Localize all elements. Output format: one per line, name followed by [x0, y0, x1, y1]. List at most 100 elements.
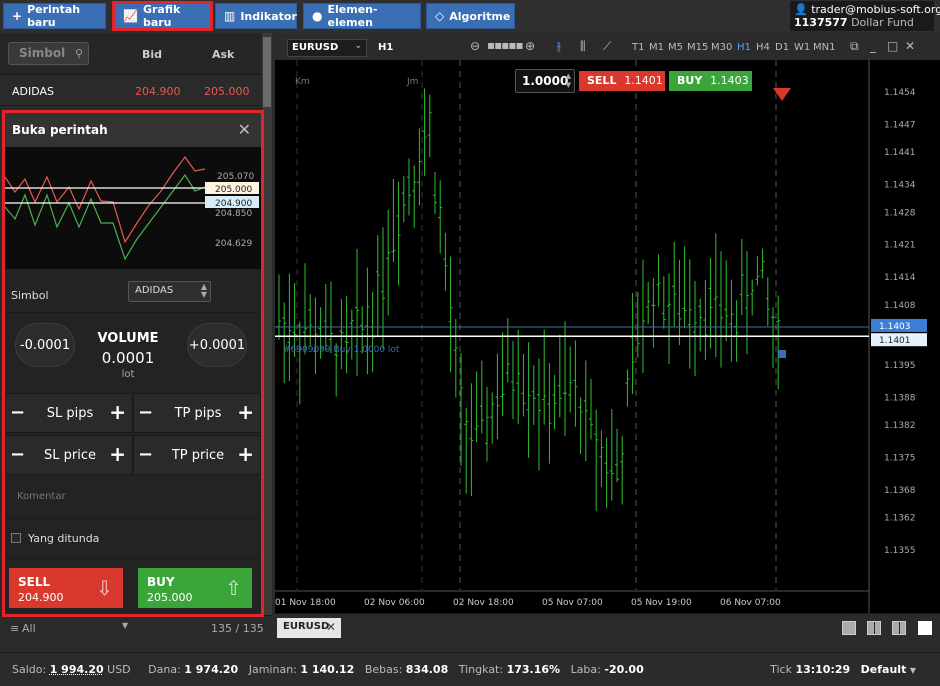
open-order-panel: Buka perintah ✕ 205.070 205.000 204.900 … [2, 110, 264, 617]
tf-mn1[interactable]: MN1 [813, 42, 835, 53]
tick-info: Tick 13:10:29 Default ▼ [770, 663, 916, 676]
zoom-in-icon[interactable]: ⊕ [525, 39, 535, 53]
order-header: Buka perintah ✕ [5, 113, 261, 147]
elements-button[interactable]: ● Elemen-elemen [303, 3, 421, 29]
volume-value[interactable]: 0.0001 [93, 349, 163, 367]
tf-m5[interactable]: M5 [668, 42, 683, 53]
chart-buy-label: BUY [677, 74, 703, 87]
profile-select[interactable]: Default [861, 663, 907, 676]
sl-price-stepper[interactable]: − SL price + [5, 435, 133, 475]
algorithm-button[interactable]: ◇ Algoritme [426, 3, 515, 29]
comment-input[interactable]: Komentar [17, 491, 66, 502]
plus-icon[interactable]: + [109, 400, 126, 424]
line-chart-icon[interactable]: ⟋ [603, 39, 611, 54]
symbol-search-input[interactable]: Simbol ⚲ [8, 42, 89, 65]
layout-rows-icon[interactable] [918, 621, 932, 635]
tf-m1[interactable]: M1 [649, 42, 664, 53]
layout-columns-icon[interactable] [892, 621, 906, 635]
chart-buy-button[interactable]: BUY 1.1403 [669, 71, 752, 91]
close-icon[interactable]: ✕ [326, 620, 336, 634]
account-summary: Saldo: 1 994.20 USD Dana: 1 974.20 Jamin… [12, 663, 644, 676]
divider [5, 312, 261, 313]
minimize-icon[interactable]: _ [870, 39, 876, 53]
close-icon[interactable]: ✕ [238, 120, 251, 139]
new-chart-button[interactable]: 📈 Grafik baru [112, 1, 213, 31]
tp-price-stepper[interactable]: − TP price + [133, 435, 261, 475]
time-tick-label: 01 Nov 18:00 [275, 598, 336, 608]
tp-pips-stepper[interactable]: − TP pips + [133, 393, 261, 433]
chart-tab-eurusd[interactable]: EURUSD ✕ [277, 618, 341, 638]
chevron-down-icon: ⌄ [354, 41, 362, 51]
col-bid[interactable]: Bid [142, 48, 162, 61]
tf-h4[interactable]: H4 [756, 42, 770, 53]
position-label[interactable]: #6909099 Buy 1.0000 lot [283, 345, 400, 355]
diamond-icon: ◇ [435, 9, 445, 23]
price-tick-label: 1.1428 [884, 208, 916, 218]
col-ask[interactable]: Ask [212, 48, 234, 61]
chevron-down-icon[interactable]: ▼ [122, 621, 128, 630]
account-box[interactable]: 👤 trader@mobius-soft.org 1137577 Dollar … [790, 1, 940, 31]
pending-label: Yang ditunda [28, 532, 100, 545]
scroll-thumb[interactable] [263, 37, 271, 107]
price-tick-label: 1.1414 [884, 273, 916, 283]
order-title: Buka perintah [12, 123, 108, 137]
tf-t1[interactable]: T1 [632, 42, 644, 53]
watchlist-header: Simbol ⚲ Bid Ask [0, 33, 262, 75]
zoom-slider-icon[interactable]: ▪▪▪▪▪ [487, 38, 524, 52]
layout-single-icon[interactable] [842, 621, 856, 635]
popout-icon[interactable]: ⧉ [850, 39, 859, 54]
algorithm-label: Algoritme [449, 9, 511, 23]
tf-d1[interactable]: D1 [775, 42, 789, 53]
price-tick-label: 1.1375 [884, 453, 916, 463]
user-icon: 👤 [794, 3, 808, 16]
layout-grid-icon[interactable] [867, 621, 881, 635]
pending-checkbox[interactable] [11, 533, 21, 543]
buy-button[interactable]: BUY 205.000 ⇧ [138, 568, 252, 608]
status-bar: Saldo: 1 994.20 USD Dana: 1 974.20 Jamin… [0, 652, 940, 686]
row-bid: 204.900 [135, 85, 181, 98]
volume-decrease-button[interactable]: -0.0001 [15, 323, 75, 367]
tf-h1[interactable]: H1 [737, 42, 751, 53]
new-order-button[interactable]: + Perintah baru [3, 3, 106, 29]
stepper-icon: ▲ ▼ [200, 282, 207, 299]
chart-sell-button[interactable]: SELL 1.1401 [579, 71, 665, 91]
elements-label: Elemen-elemen [327, 3, 378, 29]
chart-sell-price: 1.1401 [624, 74, 663, 87]
chart-timeframe-label: H1 [378, 42, 394, 53]
dana-value: 1 974.20 [184, 663, 239, 676]
plus-icon[interactable]: + [109, 442, 126, 466]
bars-icon: ▥ [224, 9, 236, 23]
bid-price-label: 1.1401 [879, 336, 911, 346]
tf-m15[interactable]: M15 [687, 42, 708, 53]
chart-sell-label: SELL [587, 74, 617, 87]
day-label-jm: Jm [406, 77, 418, 87]
account-id: 1137577 [794, 16, 848, 29]
candle-chart-icon[interactable]: ⫼ [580, 39, 586, 54]
position-marker[interactable] [778, 350, 786, 358]
plus-icon[interactable]: + [237, 442, 254, 466]
watchlist-row[interactable]: ADIDAS 204.900 205.000 [0, 76, 262, 106]
maximize-icon[interactable]: □ [887, 39, 898, 53]
menu-icon[interactable]: ≡ [10, 622, 19, 635]
indicator-button[interactable]: ▥ Indikator [215, 3, 297, 29]
chevron-down-icon[interactable]: ▼ [910, 666, 916, 675]
price-chart[interactable]: 1.1403 1.1401 1.1454 1.1447 1.1441 1.1434 1.1… [275, 60, 940, 613]
sell-button[interactable]: SELL 204.900 ⇩ [9, 568, 123, 608]
volume-increase-button[interactable]: +0.0001 [187, 323, 247, 367]
chart-symbol-select[interactable]: EURUSD ⌄ [287, 39, 367, 57]
plus-icon[interactable]: + [237, 400, 254, 424]
time-tick-label: 05 Nov 07:00 [542, 598, 603, 608]
search-icon: ⚲ [74, 47, 83, 60]
price-tick-label: 1.1421 [884, 241, 916, 251]
filter-select[interactable]: All [22, 622, 36, 635]
tf-m30[interactable]: M30 [711, 42, 732, 53]
close-icon[interactable]: ✕ [905, 39, 915, 53]
tf-w1[interactable]: W1 [794, 42, 810, 53]
bar-chart-icon[interactable]: ⫲ [557, 39, 561, 54]
sl-pips-stepper[interactable]: − SL pips + [5, 393, 133, 433]
chart-volume-input[interactable]: 1.0000 ▲ ▼ [515, 69, 575, 93]
mini-label-mid: 204.850 [215, 209, 252, 219]
symbol-select[interactable]: ADIDAS ▲ ▼ [128, 281, 211, 302]
zoom-out-icon[interactable]: ⊖ [470, 39, 480, 53]
saldo-value[interactable]: 1 994.20 [50, 663, 104, 676]
